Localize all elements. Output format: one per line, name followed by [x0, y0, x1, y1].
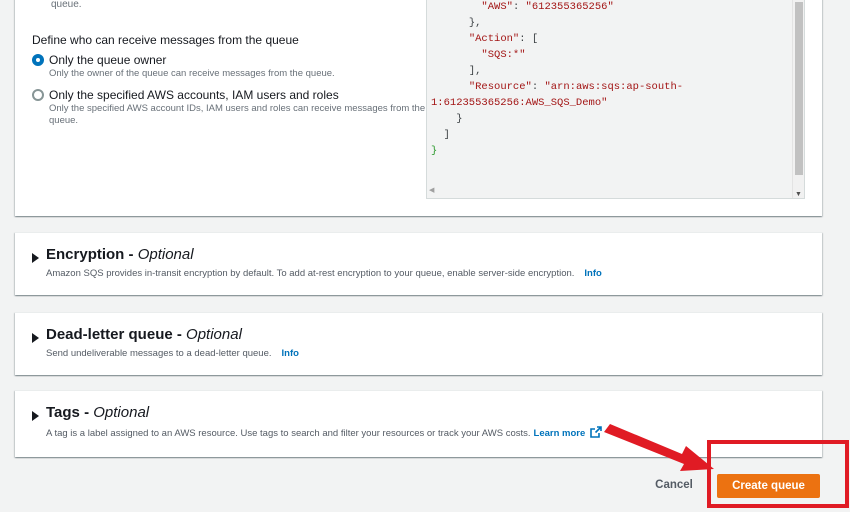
encryption-section[interactable]: Encryption - Optional Amazon SQS provide… [15, 232, 822, 295]
info-link[interactable]: Info [282, 348, 299, 359]
code-close: ], [468, 65, 482, 77]
policy-json-editor[interactable]: "AWS": "612355365256" }, "Action": [ "SQ… [426, 0, 805, 199]
scroll-down-arrow-icon[interactable]: ▼ [795, 191, 802, 198]
info-link[interactable]: Info [584, 268, 601, 279]
editor-scrollbar[interactable]: ▼ [792, 0, 804, 198]
code-resource-key: "Resource" [468, 81, 532, 93]
expand-caret-icon[interactable] [32, 411, 39, 421]
section-title[interactable]: Encryption - Optional [46, 246, 194, 263]
policy-code: "AWS": "612355365256" }, "Action": [ "SQ… [431, 1, 684, 157]
annotation-arrow-icon [604, 424, 714, 471]
section-title[interactable]: Dead-letter queue - Optional [46, 326, 242, 343]
radio-button-unchecked[interactable] [32, 89, 44, 101]
radio-description: Only the owner of the queue can receive … [49, 68, 335, 79]
access-policy-card: queue. Define who can receive messages f… [15, 0, 822, 216]
radio-description: Only the specified AWS account IDs, IAM … [49, 103, 426, 126]
code-close: } [431, 145, 438, 157]
code-resource-value-cont: 1:612355365256:AWS_SQS_Demo" [431, 97, 608, 109]
radio-button-checked[interactable] [32, 54, 44, 66]
section-description: Send undeliverable messages to a dead-le… [46, 348, 299, 359]
code-action-key: "Action" [468, 33, 520, 45]
expand-caret-icon[interactable] [32, 253, 39, 263]
receive-permission-label: Define who can receive messages from the… [32, 33, 299, 47]
code-close: }, [468, 17, 482, 29]
code-resource-value: "arn:aws:sqs:ap-south- [544, 81, 684, 93]
scroll-left-arrow-icon[interactable]: ◀ [429, 186, 434, 194]
highlight-annotation-box [707, 440, 849, 508]
expand-caret-icon[interactable] [32, 333, 39, 343]
code-aws-key: "AWS" [481, 1, 513, 13]
truncated-description: queue. [51, 0, 82, 10]
scrollbar-thumb[interactable] [795, 2, 803, 175]
code-close: } [456, 113, 463, 125]
learn-more-link[interactable]: Learn more [534, 428, 586, 439]
section-description: A tag is a label assigned to an AWS reso… [46, 426, 603, 439]
section-title[interactable]: Tags - Optional [46, 404, 149, 421]
code-close: ] [443, 129, 450, 141]
code-action-value: "SQS:*" [481, 49, 526, 61]
radio-title: Only the specified AWS accounts, IAM use… [49, 88, 339, 102]
dead-letter-queue-section[interactable]: Dead-letter queue - Optional Send undeli… [15, 312, 822, 375]
code-aws-value: "612355365256" [525, 1, 614, 13]
radio-title: Only the queue owner [49, 53, 167, 67]
section-description: Amazon SQS provides in-transit encryptio… [46, 268, 602, 279]
